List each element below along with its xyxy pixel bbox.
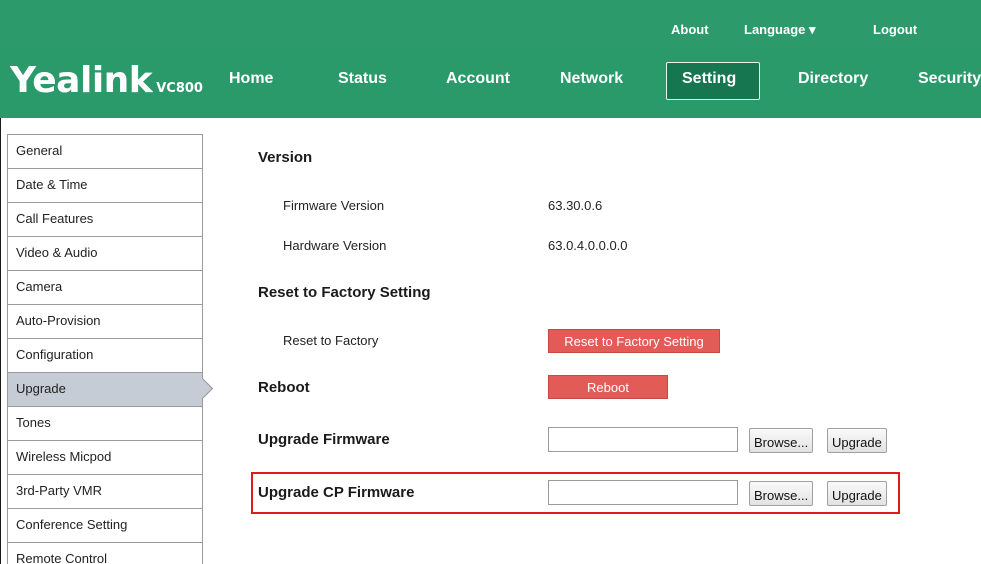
sidebar-item-general[interactable]: General: [7, 134, 203, 168]
sidebar-item-wireless-micpod[interactable]: Wireless Micpod: [7, 440, 203, 474]
sidebar-item-label: Auto-Provision: [16, 313, 101, 328]
upgrade-firmware-browse-button[interactable]: Browse...: [749, 428, 814, 453]
nav-status[interactable]: Status: [338, 70, 387, 88]
sidebar-item-label: 3rd-Party VMR: [16, 483, 102, 498]
sidebar-item-label: Remote Control: [16, 551, 108, 564]
hardware-version-value: 63.0.4.0.0.0.0: [548, 238, 628, 253]
logo-brand: Yealink: [10, 60, 153, 101]
sidebar-item-3rd-party-vmr[interactable]: 3rd-Party VMR: [7, 474, 203, 508]
sidebar-item-date-time[interactable]: Date & Time: [7, 168, 203, 202]
reboot-button[interactable]: Reboot: [548, 375, 668, 399]
sidebar-item-label: Wireless Micpod: [16, 449, 112, 464]
sidebar-item-label: Tones: [16, 415, 51, 430]
reset-factory-label: Reset to Factory: [283, 333, 379, 348]
sidebar-item-label: Upgrade: [16, 381, 66, 396]
reboot-section-title: Reboot: [258, 379, 310, 396]
nav-account[interactable]: Account: [446, 70, 510, 88]
sidebar-item-remote-control[interactable]: Remote Control: [7, 542, 203, 564]
sidebar-item-label: Conference Setting: [16, 517, 128, 532]
sidebar-item-conference-setting[interactable]: Conference Setting: [7, 508, 203, 542]
nav-network[interactable]: Network: [560, 70, 623, 88]
logout-link[interactable]: Logout: [873, 22, 917, 37]
sidebar-item-camera[interactable]: Camera: [7, 270, 203, 304]
upgrade-cp-firmware-browse-button[interactable]: Browse...: [749, 481, 814, 506]
sidebar-item-auto-provision[interactable]: Auto-Provision: [7, 304, 203, 338]
language-menu[interactable]: Language ▾: [744, 22, 816, 38]
firmware-version-value: 63.30.0.6: [548, 198, 603, 213]
logo-model: VC800: [156, 81, 203, 96]
upgrade-firmware-upgrade-button[interactable]: Upgrade: [827, 428, 887, 453]
settings-sidebar: General Date & Time Call Features Video …: [7, 134, 203, 564]
upgrade-firmware-title: Upgrade Firmware: [258, 431, 390, 448]
sidebar-item-label: General: [16, 143, 63, 158]
nav-setting[interactable]: Setting: [682, 70, 736, 88]
reset-factory-button[interactable]: Reset to Factory Setting: [548, 329, 720, 353]
nav-home[interactable]: Home: [229, 70, 273, 88]
top-utility-bar: [0, 0, 981, 48]
nav-directory[interactable]: Directory: [798, 70, 868, 88]
sidebar-item-call-features[interactable]: Call Features: [7, 202, 203, 236]
sidebar-item-upgrade[interactable]: Upgrade: [7, 372, 203, 406]
sidebar-item-label: Camera: [16, 279, 63, 294]
upgrade-firmware-file-field[interactable]: [548, 427, 738, 452]
sidebar-item-configuration[interactable]: Configuration: [7, 338, 203, 372]
sidebar-item-video-audio[interactable]: Video & Audio: [7, 236, 203, 270]
reset-section-title: Reset to Factory Setting: [258, 284, 431, 301]
sidebar-item-label: Video & Audio: [16, 245, 98, 260]
upgrade-cp-firmware-file-field[interactable]: [548, 480, 738, 505]
nav-security[interactable]: Security: [918, 70, 981, 88]
upgrade-cp-firmware-title: Upgrade CP Firmware: [258, 484, 415, 501]
yealink-logo: Yealink VC800: [10, 60, 203, 101]
upgrade-cp-firmware-upgrade-button[interactable]: Upgrade: [827, 481, 887, 506]
firmware-version-label: Firmware Version: [283, 198, 385, 213]
sidebar-item-label: Date & Time: [16, 177, 88, 192]
hardware-version-label: Hardware Version: [283, 238, 387, 253]
sidebar-item-label: Configuration: [16, 347, 94, 362]
about-link[interactable]: About: [671, 22, 709, 37]
version-section-title: Version: [258, 149, 313, 166]
sidebar-item-tones[interactable]: Tones: [7, 406, 203, 440]
sidebar-item-label: Call Features: [16, 211, 94, 226]
